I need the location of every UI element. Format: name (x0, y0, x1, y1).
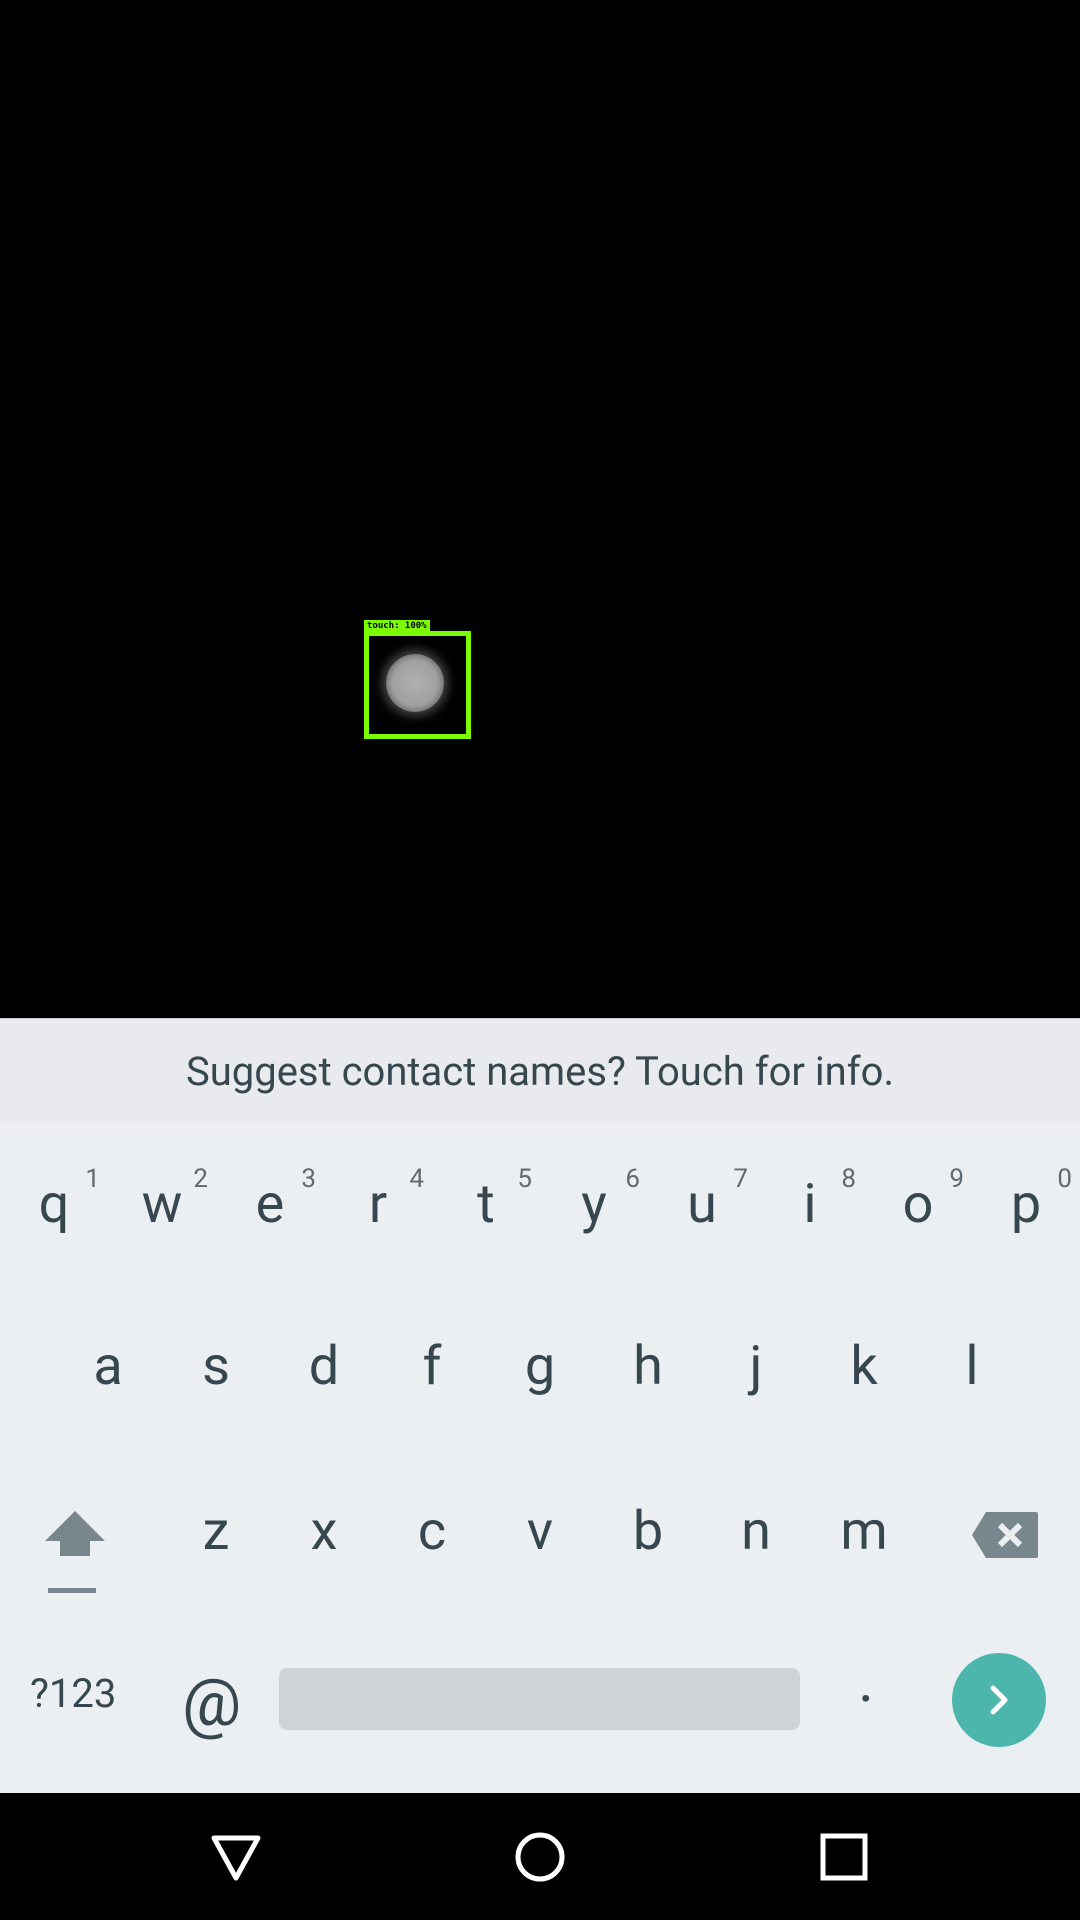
key-label: e (255, 1173, 285, 1236)
key-hint: 1 (85, 1164, 100, 1194)
key-label: a (93, 1335, 123, 1398)
recents-icon (820, 1833, 868, 1881)
key-label: t (477, 1173, 495, 1236)
home-icon (515, 1832, 565, 1882)
key-label: l (965, 1335, 979, 1398)
key-f[interactable]: f (378, 1340, 486, 1420)
back-button[interactable] (209, 1830, 263, 1884)
key-label: x (310, 1500, 338, 1563)
key-c[interactable]: c (378, 1505, 486, 1585)
key-label: o (902, 1173, 934, 1236)
key-label: r (368, 1173, 388, 1236)
key-label: c (417, 1500, 447, 1563)
key-hint: 5 (517, 1164, 532, 1194)
back-icon (211, 1835, 261, 1881)
key-label: j (749, 1335, 763, 1398)
chevron-right-icon (990, 1685, 1008, 1715)
key-g[interactable]: g (486, 1340, 594, 1420)
key-label: s (202, 1335, 230, 1398)
touch-indicator (386, 654, 444, 712)
key-hint: 7 (733, 1164, 748, 1194)
period-key[interactable]: . (846, 1645, 886, 1716)
key-d[interactable]: d (270, 1340, 378, 1420)
camera-viewport[interactable]: touch: 100% (0, 0, 1080, 1018)
key-v[interactable]: v (486, 1505, 594, 1585)
key-label: k (850, 1335, 878, 1398)
key-hint: 2 (193, 1164, 208, 1194)
shift-icon (45, 1511, 105, 1593)
key-o[interactable]: 9o (864, 1164, 972, 1258)
key-n[interactable]: n (702, 1505, 810, 1585)
suggestion-strip[interactable]: Suggest contact names? Touch for info. (0, 1018, 1080, 1124)
key-label: w (141, 1173, 183, 1236)
key-label: m (840, 1500, 888, 1563)
symbols-key[interactable]: ?123 (30, 1670, 130, 1730)
home-button[interactable] (513, 1830, 567, 1884)
suggestion-text: Suggest contact names? Touch for info. (185, 1048, 894, 1095)
key-label: b (632, 1500, 664, 1563)
key-hint: 6 (625, 1164, 640, 1194)
key-label: u (687, 1173, 717, 1236)
key-i[interactable]: 8i (756, 1164, 864, 1258)
key-h[interactable]: h (594, 1340, 702, 1420)
screen: touch: 100% Suggest contact names? Touch… (0, 0, 1080, 1920)
key-label: q (38, 1173, 70, 1236)
key-e[interactable]: 3e (216, 1164, 324, 1258)
key-a[interactable]: a (54, 1340, 162, 1420)
key-label: f (422, 1335, 442, 1398)
key-b[interactable]: b (594, 1505, 702, 1585)
key-label: d (308, 1335, 340, 1398)
key-q[interactable]: 1q (0, 1164, 108, 1258)
key-label: z (202, 1500, 230, 1563)
key-label: g (524, 1335, 556, 1398)
key-label: p (1010, 1173, 1042, 1236)
key-r[interactable]: 4r (324, 1164, 432, 1258)
key-x[interactable]: x (270, 1505, 378, 1585)
key-j[interactable]: j (702, 1340, 810, 1420)
spacebar[interactable] (279, 1668, 800, 1730)
recents-button[interactable] (817, 1830, 871, 1884)
key-hint: 9 (949, 1164, 964, 1194)
key-label: h (633, 1335, 663, 1398)
backspace-icon (972, 1512, 1038, 1558)
key-w[interactable]: 2w (108, 1164, 216, 1258)
key-k[interactable]: k (810, 1340, 918, 1420)
key-z[interactable]: z (162, 1505, 270, 1585)
key-hint: 3 (301, 1164, 316, 1194)
key-t[interactable]: 5t (432, 1164, 540, 1258)
backspace-key[interactable] (970, 1510, 1040, 1560)
key-hint: 4 (409, 1164, 424, 1194)
key-label: v (526, 1500, 554, 1563)
key-s[interactable]: s (162, 1340, 270, 1420)
key-y[interactable]: 6y (540, 1164, 648, 1258)
enter-key[interactable] (952, 1653, 1046, 1747)
key-m[interactable]: m (810, 1505, 918, 1585)
at-key[interactable]: @ (182, 1665, 252, 1742)
key-hint: 0 (1057, 1164, 1072, 1194)
key-u[interactable]: 7u (648, 1164, 756, 1258)
key-l[interactable]: l (918, 1340, 1026, 1420)
key-hint: 8 (841, 1164, 856, 1194)
key-p[interactable]: 0p (972, 1164, 1080, 1258)
key-label: i (803, 1173, 817, 1236)
shift-key[interactable] (40, 1506, 110, 1596)
key-label: n (741, 1500, 771, 1563)
key-label: y (581, 1173, 607, 1236)
